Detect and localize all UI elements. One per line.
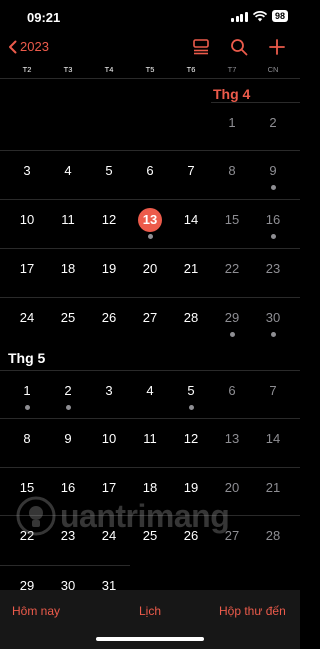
day-cell[interactable]: 2 <box>53 383 83 398</box>
day-cell[interactable]: 12 <box>176 431 206 446</box>
week-separator <box>0 467 300 468</box>
day-cell[interactable]: 30 <box>258 310 288 325</box>
month-label: Thg 5 <box>8 350 46 366</box>
weekday-label: T7 <box>227 65 237 74</box>
day-cell[interactable]: 13 <box>135 212 165 227</box>
list-view-icon[interactable] <box>192 38 210 56</box>
status-time: 09:21 <box>27 10 61 25</box>
day-cell[interactable]: 3 <box>12 163 42 178</box>
day-cell[interactable]: 9 <box>53 431 83 446</box>
watermark: uantrimang <box>16 496 230 536</box>
day-cell[interactable]: 15 <box>12 480 42 495</box>
status-icons: 98 <box>231 10 288 22</box>
watermark-text: uantrimang <box>60 497 230 534</box>
day-cell[interactable]: 1 <box>12 383 42 398</box>
month-label: Thg 4 <box>213 86 251 102</box>
battery-indicator: 98 <box>271 10 288 22</box>
day-cell[interactable]: 17 <box>12 261 42 276</box>
day-cell[interactable]: 2 <box>258 115 288 130</box>
day-cell[interactable]: 11 <box>135 431 165 446</box>
day-cell[interactable]: 3 <box>94 383 124 398</box>
day-cell[interactable]: 7 <box>176 163 206 178</box>
day-cell[interactable]: 29 <box>217 310 247 325</box>
day-cell[interactable]: 18 <box>135 480 165 495</box>
weekday-label: T6 <box>186 65 196 74</box>
day-cell[interactable]: 16 <box>53 480 83 495</box>
day-cell[interactable]: 21 <box>176 261 206 276</box>
week-separator <box>0 370 300 371</box>
day-cell[interactable]: 9 <box>258 163 288 178</box>
day-cell[interactable]: 26 <box>94 310 124 325</box>
event-dot <box>270 234 276 239</box>
event-dot <box>270 185 276 190</box>
day-cell[interactable]: 8 <box>12 431 42 446</box>
day-cell[interactable]: 5 <box>94 163 124 178</box>
back-label: 2023 <box>20 39 49 54</box>
weekday-label: T5 <box>145 65 155 74</box>
status-bar: 09:21 98 <box>0 0 300 34</box>
add-event-icon[interactable] <box>268 38 286 56</box>
weekday-label: T4 <box>104 65 114 74</box>
weekday-label: T3 <box>63 65 73 74</box>
lightbulb-logo-icon <box>16 496 56 536</box>
day-cell[interactable]: 25 <box>53 310 83 325</box>
weekday-label: T2 <box>22 65 32 74</box>
week-separator <box>0 565 130 566</box>
event-dot <box>270 332 276 337</box>
day-cell[interactable]: 12 <box>94 212 124 227</box>
home-indicator <box>96 637 204 641</box>
cellular-signal-icon <box>231 11 248 22</box>
day-cell[interactable]: 22 <box>217 261 247 276</box>
event-dot <box>65 405 71 410</box>
week-separator <box>0 418 300 419</box>
event-dot <box>229 332 235 337</box>
day-cell[interactable]: 18 <box>53 261 83 276</box>
day-cell[interactable]: 6 <box>217 383 247 398</box>
day-cell[interactable]: 23 <box>258 261 288 276</box>
day-cell[interactable]: 10 <box>12 212 42 227</box>
event-dot <box>188 405 194 410</box>
day-cell[interactable]: 15 <box>217 212 247 227</box>
day-cell[interactable]: 28 <box>176 310 206 325</box>
chevron-left-icon <box>9 40 17 53</box>
day-cell[interactable]: 20 <box>217 480 247 495</box>
day-cell[interactable]: 19 <box>176 480 206 495</box>
event-dot <box>24 405 30 410</box>
calendar-nav-bar: 2023 <box>0 34 300 62</box>
week-separator <box>0 150 300 151</box>
weekday-label: CN <box>267 65 279 74</box>
wifi-icon <box>252 10 267 21</box>
day-cell[interactable]: 27 <box>135 310 165 325</box>
day-cell[interactable]: 20 <box>135 261 165 276</box>
day-cell[interactable]: 14 <box>176 212 206 227</box>
week-separator <box>0 297 300 298</box>
day-cell[interactable]: 14 <box>258 431 288 446</box>
day-cell[interactable]: 28 <box>258 528 288 543</box>
day-cell[interactable]: 16 <box>258 212 288 227</box>
day-cell[interactable]: 8 <box>217 163 247 178</box>
day-cell[interactable]: 5 <box>176 383 206 398</box>
day-cell[interactable]: 19 <box>94 261 124 276</box>
week-separator <box>211 102 300 103</box>
back-to-year-button[interactable]: 2023 <box>8 39 49 54</box>
today-button[interactable]: Hôm nay <box>12 604 60 618</box>
day-cell[interactable]: 24 <box>12 310 42 325</box>
day-cell[interactable]: 4 <box>53 163 83 178</box>
week-separator <box>0 199 300 200</box>
event-dot <box>147 234 153 239</box>
day-cell[interactable]: 7 <box>258 383 288 398</box>
day-cell[interactable]: 6 <box>135 163 165 178</box>
day-cell[interactable]: 13 <box>217 431 247 446</box>
calendars-button[interactable]: Lịch <box>139 604 161 618</box>
week-separator <box>0 248 300 249</box>
day-cell[interactable]: 11 <box>53 212 83 227</box>
day-cell[interactable]: 4 <box>135 383 165 398</box>
day-cell[interactable]: 21 <box>258 480 288 495</box>
day-cell[interactable]: 10 <box>94 431 124 446</box>
day-cell[interactable]: 17 <box>94 480 124 495</box>
weekday-header: T2 T3 T4 T5 T6 T7 CN <box>0 62 300 79</box>
inbox-button[interactable]: Hộp thư đến <box>219 604 286 618</box>
search-icon[interactable] <box>230 38 248 56</box>
day-cell[interactable]: 1 <box>217 115 247 130</box>
